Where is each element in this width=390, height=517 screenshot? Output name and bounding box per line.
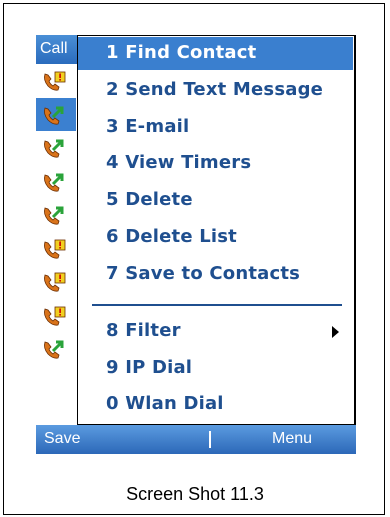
outgoing-call-icon [44,139,64,158]
menu-item-filter[interactable]: 8 Filter [78,315,353,348]
call-row[interactable] [36,165,76,199]
call-row-selected[interactable] [36,97,76,131]
call-row[interactable] [36,299,76,333]
menu-item-label: 1 Find Contact [106,42,257,63]
menu-item-label: 0 Wlan Dial [106,393,224,414]
right-softkey[interactable]: Menu [272,430,312,448]
menu-item-wlan-dial[interactable]: 0 Wlan Dial [78,388,353,421]
missed-call-icon [44,306,66,326]
chevron-right-icon [332,326,339,338]
call-row[interactable] [36,131,76,165]
menu-item-delete-list[interactable]: 6 Delete List [78,221,353,254]
menu-item-label: 3 E-mail [106,116,190,137]
menu-item-send-text-message[interactable]: 2 Send Text Message [78,74,353,107]
missed-call-icon [44,272,66,292]
missed-call-icon [44,71,66,91]
left-softkey[interactable]: Save [44,430,80,448]
context-menu: 1 Find Contact 2 Send Text Message 3 E-m… [77,35,356,425]
outgoing-call-icon [44,173,64,192]
menu-item-save-to-contacts[interactable]: 7 Save to Contacts [78,258,353,291]
call-row[interactable] [36,232,76,266]
menu-divider [92,304,342,306]
title-text: Call [40,40,68,57]
menu-item-delete[interactable]: 5 Delete [78,184,353,217]
missed-call-icon [44,239,66,259]
menu-item-view-timers[interactable]: 4 View Timers [78,147,353,180]
phone-screen: Call 1 Find Contact 2 Send Text Message … [36,35,356,454]
menu-item-label: 9 IP Dial [106,357,193,378]
call-row[interactable] [36,198,76,232]
menu-item-email[interactable]: 3 E-mail [78,111,353,144]
menu-item-ip-dial[interactable]: 9 IP Dial [78,352,353,385]
call-row[interactable] [36,332,76,366]
menu-item-label: 8 Filter [106,320,181,341]
softkey-bar: Save Menu [36,425,356,454]
screenshot-caption: Screen Shot 11.3 [126,484,264,504]
screenshot-frame: Call 1 Find Contact 2 Send Text Message … [3,3,385,515]
menu-item-label: 4 View Timers [106,152,252,173]
outgoing-call-icon [44,340,64,359]
menu-item-label: 6 Delete List [106,226,237,247]
outgoing-call-icon [44,206,64,225]
call-history-list [36,64,76,366]
menu-item-label: 5 Delete [106,189,193,210]
call-row[interactable] [36,64,76,98]
softkey-divider [209,431,211,448]
menu-item-find-contact[interactable]: 1 Find Contact [78,37,353,70]
menu-item-label: 2 Send Text Message [106,79,324,100]
call-row[interactable] [36,265,76,299]
menu-item-label: 7 Save to Contacts [106,263,301,284]
outgoing-call-icon [44,106,64,125]
